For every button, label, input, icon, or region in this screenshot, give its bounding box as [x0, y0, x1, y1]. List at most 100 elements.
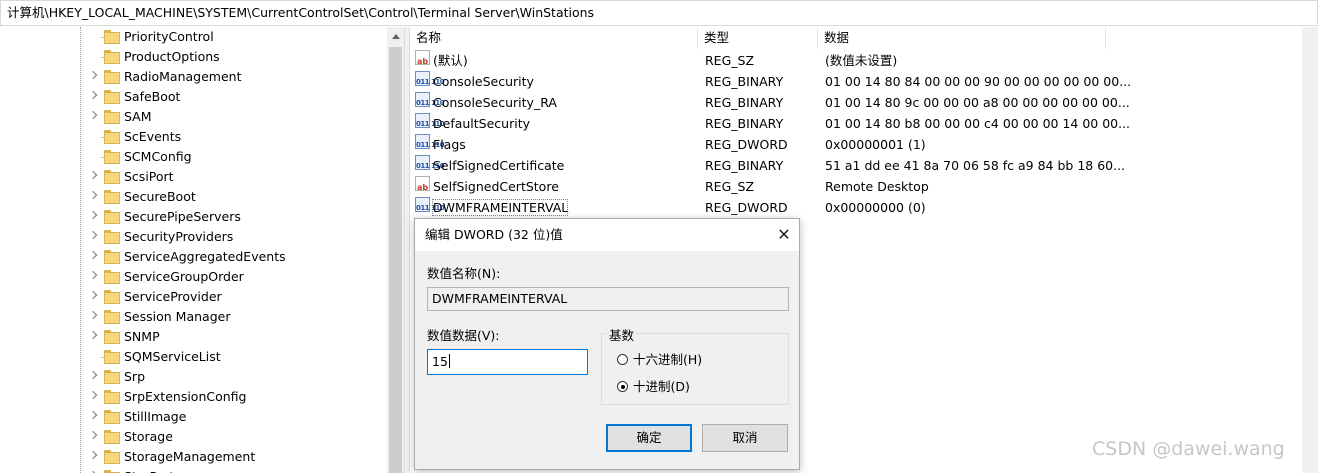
tree-item-label: SecurityProviders	[124, 229, 234, 244]
tree-item[interactable]: StillImage	[0, 407, 390, 427]
tree-item[interactable]: StorPort	[0, 467, 390, 473]
column-header-name[interactable]: 名称	[410, 27, 698, 49]
tree-item[interactable]: SecurePipeServers	[0, 207, 390, 227]
chevron-right-icon[interactable]	[88, 70, 98, 80]
chevron-right-icon[interactable]	[88, 110, 98, 120]
cancel-button[interactable]: 取消	[702, 424, 788, 452]
binary-value-icon: 011 110	[415, 71, 445, 86]
value-name: SelfSignedCertificate	[433, 158, 565, 173]
values-scrollbar[interactable]	[1302, 27, 1318, 473]
ok-button[interactable]: 确定	[606, 424, 692, 452]
chevron-right-icon[interactable]	[88, 310, 98, 320]
tree-item[interactable]: PriorityControl	[0, 27, 390, 47]
scroll-up-arrow-icon[interactable]	[392, 34, 400, 39]
radio-decimal-label: 十进制(D)	[633, 379, 690, 394]
tree-item-label: StorageManagement	[124, 449, 256, 464]
binary-value-icon: 011 110	[415, 155, 445, 170]
tree-item[interactable]: ScsiPort	[0, 167, 390, 187]
value-name: SelfSignedCertStore	[433, 179, 559, 194]
folder-icon	[104, 409, 120, 424]
folder-icon	[104, 189, 120, 204]
value-data-text: 15	[432, 354, 448, 369]
folder-icon	[104, 129, 120, 144]
value-row[interactable]: 011 110 ConsoleSecurity REG_BINARY 01 00 14…	[410, 71, 1131, 92]
value-row[interactable]: ab SelfSignedCertStore REG_SZ Remote Deskto…	[410, 176, 1110, 197]
chevron-right-icon[interactable]	[88, 450, 98, 460]
tree-item[interactable]: SQMServiceList	[0, 347, 390, 367]
tree-item[interactable]: SCMConfig	[0, 147, 390, 167]
chevron-right-icon[interactable]	[88, 330, 98, 340]
close-icon[interactable]: ✕	[769, 223, 799, 247]
chevron-right-icon[interactable]	[88, 190, 98, 200]
tree-item[interactable]: Srp	[0, 367, 390, 387]
tree-item-label: ScsiPort	[124, 169, 174, 184]
chevron-right-icon[interactable]	[88, 370, 98, 380]
value-name: ConsoleSecurity_RA	[433, 95, 557, 110]
column-header-type[interactable]: 类型	[698, 27, 818, 49]
value-data: (数值未设置)	[825, 53, 898, 68]
tree-scrollbar[interactable]	[387, 27, 404, 473]
value-row[interactable]: 011 110 DWMFRAMEINTERVAL REG_DWORD 0x000000…	[410, 197, 1110, 218]
chevron-right-icon[interactable]	[88, 210, 98, 220]
tree-item[interactable]: SrpExtensionConfig	[0, 387, 390, 407]
value-row[interactable]: ab (默认) REG_SZ (数值未设置)	[410, 50, 1110, 71]
value-type: REG_BINARY	[705, 74, 784, 89]
radio-circle-checked-icon	[617, 381, 628, 392]
tree-item-label: ServiceGroupOrder	[124, 269, 244, 284]
folder-icon	[104, 49, 120, 64]
chevron-right-icon[interactable]	[88, 390, 98, 400]
tree-item[interactable]: StorageManagement	[0, 447, 390, 467]
column-header-data[interactable]: 数据	[818, 27, 1106, 49]
value-name: DefaultSecurity	[433, 116, 531, 131]
folder-icon	[104, 69, 120, 84]
string-value-icon: ab	[415, 50, 430, 66]
tree-item[interactable]: SNMP	[0, 327, 390, 347]
tree-item[interactable]: Storage	[0, 427, 390, 447]
chevron-right-icon[interactable]	[88, 410, 98, 420]
tree-item-label: SecurePipeServers	[124, 209, 241, 224]
tree-item[interactable]: SecureBoot	[0, 187, 390, 207]
tree-item[interactable]: ServiceProvider	[0, 287, 390, 307]
value-data: 51 a1 dd ee 41 8a 70 06 58 fc a9 84 bb 1…	[825, 158, 1126, 173]
folder-icon	[104, 149, 120, 164]
value-data-input[interactable]: 15	[427, 349, 588, 375]
tree-item-label: SAM	[124, 109, 152, 124]
tree-scrollbar-thumb[interactable]	[389, 47, 402, 473]
folder-icon	[104, 329, 120, 344]
chevron-right-icon[interactable]	[88, 250, 98, 260]
tree-item-label: ScEvents	[124, 129, 182, 144]
value-name-field: DWMFRAMEINTERVAL	[427, 287, 789, 311]
chevron-right-icon[interactable]	[88, 170, 98, 180]
tree-item[interactable]: ServiceGroupOrder	[0, 267, 390, 287]
tree-item[interactable]: ProductOptions	[0, 47, 390, 67]
tree-item-label: ProductOptions	[124, 49, 220, 64]
folder-icon	[104, 309, 120, 324]
chevron-right-icon[interactable]	[88, 270, 98, 280]
chevron-right-icon[interactable]	[88, 430, 98, 440]
tree-item[interactable]: SAM	[0, 107, 390, 127]
chevron-right-icon[interactable]	[88, 90, 98, 100]
value-row[interactable]: 011 110 Flags REG_DWORD 0x00000001 (1)	[410, 134, 1110, 155]
radio-circle-icon	[617, 354, 628, 365]
value-data: 01 00 14 80 b8 00 00 00 c4 00 00 00 14 0…	[825, 116, 1131, 131]
address-bar[interactable]: 计算机\HKEY_LOCAL_MACHINE\SYSTEM\CurrentCon…	[0, 0, 1318, 26]
registry-tree[interactable]: PriorityControl ProductOptions RadioManage…	[0, 27, 404, 473]
dialog-titlebar[interactable]: 编辑 DWORD (32 位)值 ✕	[415, 219, 799, 251]
chevron-right-icon[interactable]	[88, 230, 98, 240]
value-type: REG_DWORD	[705, 200, 788, 215]
tree-item[interactable]: ScEvents	[0, 127, 390, 147]
tree-item[interactable]: Session Manager	[0, 307, 390, 327]
value-row[interactable]: 011 110 DefaultSecurity REG_BINARY 01 00 14…	[410, 113, 1130, 134]
value-name: Flags	[433, 137, 466, 152]
tree-item[interactable]: SecurityProviders	[0, 227, 390, 247]
value-row[interactable]: 011 110 SelfSignedCertificate REG_BINARY 51…	[410, 155, 1125, 176]
folder-icon	[104, 169, 120, 184]
tree-item[interactable]: ServiceAggregatedEvents	[0, 247, 390, 267]
value-row[interactable]: 011 110 ConsoleSecurity_RA REG_BINARY 01 00…	[410, 92, 1130, 113]
tree-item[interactable]: SafeBoot	[0, 87, 390, 107]
binary-value-icon: 011 110	[415, 197, 445, 212]
tree-item[interactable]: RadioManagement	[0, 67, 390, 87]
chevron-right-icon[interactable]	[88, 290, 98, 300]
folder-icon	[104, 269, 120, 284]
folder-icon	[104, 89, 120, 104]
